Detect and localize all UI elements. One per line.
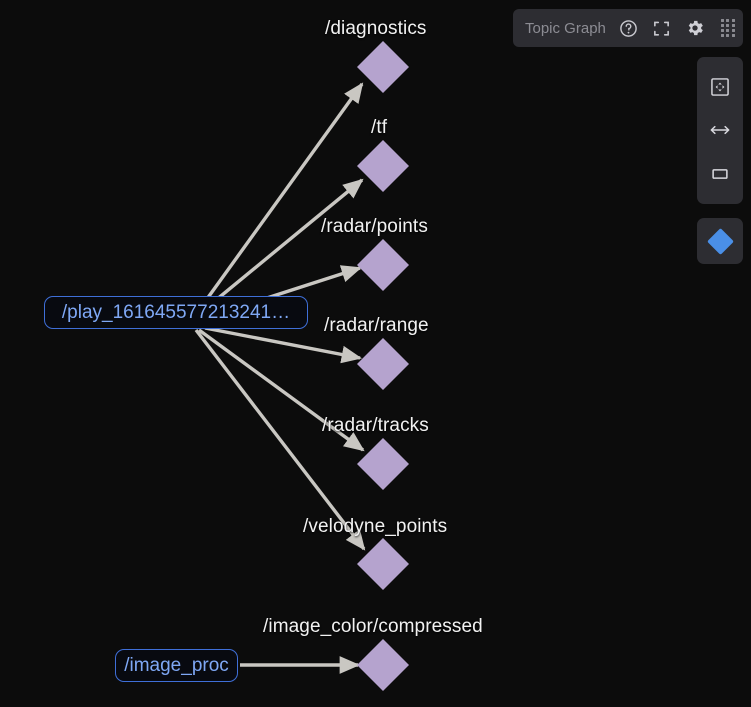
- graph-edge: [197, 328, 365, 452]
- settings-gear-icon[interactable]: [685, 18, 705, 38]
- graph-edge: [194, 328, 366, 551]
- topic-node-radar_points[interactable]: [357, 239, 409, 291]
- fit-view-icon[interactable]: [707, 74, 733, 100]
- topic-graph-canvas[interactable]: /diagnostics/tf/radar/points/radar/range…: [0, 0, 751, 707]
- topic-graph-toolbar[interactable]: Topic Graph: [513, 9, 743, 47]
- graph-edges-layer: [194, 41, 409, 691]
- topic-node-image_color_compressed[interactable]: [357, 639, 409, 691]
- topic-node-velodyne_points[interactable]: [357, 538, 409, 590]
- topic-legend-button[interactable]: [697, 218, 743, 264]
- graph-view-toolbar[interactable]: [697, 57, 743, 204]
- help-icon[interactable]: [619, 18, 639, 38]
- panel-title: Topic Graph: [525, 19, 606, 37]
- fullscreen-icon[interactable]: [652, 18, 672, 38]
- rectangle-icon[interactable]: [707, 161, 733, 187]
- topic-node-diagnostics[interactable]: [357, 41, 409, 93]
- topic-node-radar_tracks[interactable]: [357, 438, 409, 490]
- graph-node-play[interactable]: /play_161645577213241…: [44, 296, 308, 329]
- topic-node-radar_range[interactable]: [357, 338, 409, 390]
- drag-handle-icon[interactable]: [718, 18, 738, 38]
- graph-node-image_proc[interactable]: /image_proc: [115, 649, 238, 682]
- topic-node-tf[interactable]: [357, 140, 409, 192]
- left-right-arrow-icon[interactable]: [707, 117, 733, 143]
- blue-diamond-icon: [706, 227, 734, 255]
